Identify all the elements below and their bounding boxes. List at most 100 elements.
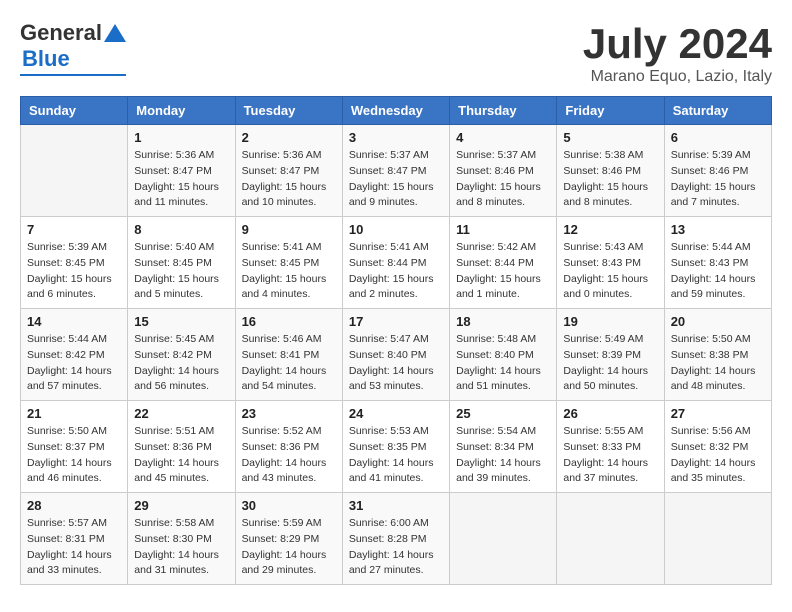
- calendar-cell: 17 Sunrise: 5:47 AMSunset: 8:40 PMDayligh…: [342, 309, 449, 401]
- day-info: Sunrise: 6:00 AMSunset: 8:28 PMDaylight:…: [349, 516, 443, 579]
- calendar-cell: 25 Sunrise: 5:54 AMSunset: 8:34 PMDayligh…: [450, 401, 557, 493]
- day-info: Sunrise: 5:54 AMSunset: 8:34 PMDaylight:…: [456, 424, 550, 487]
- day-number: 18: [456, 314, 550, 329]
- calendar-header-row: SundayMondayTuesdayWednesdayThursdayFrid…: [21, 97, 772, 125]
- calendar-cell: 21 Sunrise: 5:50 AMSunset: 8:37 PMDayligh…: [21, 401, 128, 493]
- calendar-cell: 15 Sunrise: 5:45 AMSunset: 8:42 PMDayligh…: [128, 309, 235, 401]
- calendar-cell: 31Sunrise: 6:00 AMSunset: 8:28 PMDayligh…: [342, 493, 449, 585]
- calendar-week-row: 28 Sunrise: 5:57 AMSunset: 8:31 PMDayligh…: [21, 493, 772, 585]
- calendar-week-row: 1 Sunrise: 5:36 AMSunset: 8:47 PMDaylight…: [21, 125, 772, 217]
- day-info: Sunrise: 5:45 AMSunset: 8:42 PMDaylight:…: [134, 332, 228, 395]
- day-number: 15: [134, 314, 228, 329]
- day-number: 5: [563, 130, 657, 145]
- day-number: 6: [671, 130, 765, 145]
- day-info: Sunrise: 5:42 AMSunset: 8:44 PMDaylight:…: [456, 240, 550, 303]
- day-number: 9: [242, 222, 336, 237]
- day-number: 13: [671, 222, 765, 237]
- day-number: 3: [349, 130, 443, 145]
- day-info: Sunrise: 5:49 AMSunset: 8:39 PMDaylight:…: [563, 332, 657, 395]
- day-info: Sunrise: 5:37 AMSunset: 8:46 PMDaylight:…: [456, 148, 550, 211]
- location-title: Marano Equo, Lazio, Italy: [583, 68, 772, 86]
- day-number: 10: [349, 222, 443, 237]
- day-info: Sunrise: 5:47 AMSunset: 8:40 PMDaylight:…: [349, 332, 443, 395]
- calendar-cell: 10Sunrise: 5:41 AMSunset: 8:44 PMDayligh…: [342, 217, 449, 309]
- day-number: 7: [27, 222, 121, 237]
- day-info: Sunrise: 5:59 AMSunset: 8:29 PMDaylight:…: [242, 516, 336, 579]
- day-info: Sunrise: 5:44 AMSunset: 8:43 PMDaylight:…: [671, 240, 765, 303]
- calendar-cell: 13 Sunrise: 5:44 AMSunset: 8:43 PMDayligh…: [664, 217, 771, 309]
- day-info: Sunrise: 5:36 AMSunset: 8:47 PMDaylight:…: [134, 148, 228, 211]
- column-header-tuesday: Tuesday: [235, 97, 342, 125]
- day-info: Sunrise: 5:41 AMSunset: 8:45 PMDaylight:…: [242, 240, 336, 303]
- calendar-cell: 24 Sunrise: 5:53 AMSunset: 8:35 PMDayligh…: [342, 401, 449, 493]
- day-number: 11: [456, 222, 550, 237]
- day-info: Sunrise: 5:50 AMSunset: 8:37 PMDaylight:…: [27, 424, 121, 487]
- day-info: Sunrise: 5:58 AMSunset: 8:30 PMDaylight:…: [134, 516, 228, 579]
- calendar-cell: 30 Sunrise: 5:59 AMSunset: 8:29 PMDayligh…: [235, 493, 342, 585]
- calendar-cell: 7Sunrise: 5:39 AMSunset: 8:45 PMDaylight…: [21, 217, 128, 309]
- day-number: 16: [242, 314, 336, 329]
- calendar-cell: 19 Sunrise: 5:49 AMSunset: 8:39 PMDayligh…: [557, 309, 664, 401]
- day-number: 24: [349, 406, 443, 421]
- calendar-cell: 23Sunrise: 5:52 AMSunset: 8:36 PMDayligh…: [235, 401, 342, 493]
- calendar-cell: [21, 125, 128, 217]
- day-number: 2: [242, 130, 336, 145]
- logo: General Blue: [20, 20, 126, 76]
- day-number: 28: [27, 498, 121, 513]
- day-number: 29: [134, 498, 228, 513]
- day-number: 1: [134, 130, 228, 145]
- calendar-cell: 26 Sunrise: 5:55 AMSunset: 8:33 PMDayligh…: [557, 401, 664, 493]
- logo-general: General: [20, 20, 102, 46]
- day-info: Sunrise: 5:40 AMSunset: 8:45 PMDaylight:…: [134, 240, 228, 303]
- day-info: Sunrise: 5:37 AMSunset: 8:47 PMDaylight:…: [349, 148, 443, 211]
- day-info: Sunrise: 5:36 AMSunset: 8:47 PMDaylight:…: [242, 148, 336, 211]
- day-number: 26: [563, 406, 657, 421]
- calendar-cell: 9 Sunrise: 5:41 AMSunset: 8:45 PMDaylight…: [235, 217, 342, 309]
- day-info: Sunrise: 5:53 AMSunset: 8:35 PMDaylight:…: [349, 424, 443, 487]
- day-info: Sunrise: 5:38 AMSunset: 8:46 PMDaylight:…: [563, 148, 657, 211]
- day-number: 25: [456, 406, 550, 421]
- calendar-cell: 5 Sunrise: 5:38 AMSunset: 8:46 PMDaylight…: [557, 125, 664, 217]
- calendar-cell: 14 Sunrise: 5:44 AMSunset: 8:42 PMDayligh…: [21, 309, 128, 401]
- calendar-cell: 28 Sunrise: 5:57 AMSunset: 8:31 PMDayligh…: [21, 493, 128, 585]
- column-header-friday: Friday: [557, 97, 664, 125]
- day-info: Sunrise: 5:55 AMSunset: 8:33 PMDaylight:…: [563, 424, 657, 487]
- day-info: Sunrise: 5:43 AMSunset: 8:43 PMDaylight:…: [563, 240, 657, 303]
- day-info: Sunrise: 5:46 AMSunset: 8:41 PMDaylight:…: [242, 332, 336, 395]
- month-title: July 2024: [583, 20, 772, 68]
- day-info: Sunrise: 5:44 AMSunset: 8:42 PMDaylight:…: [27, 332, 121, 395]
- day-number: 21: [27, 406, 121, 421]
- column-header-monday: Monday: [128, 97, 235, 125]
- calendar-cell: 4Sunrise: 5:37 AMSunset: 8:46 PMDaylight…: [450, 125, 557, 217]
- day-info: Sunrise: 5:56 AMSunset: 8:32 PMDaylight:…: [671, 424, 765, 487]
- calendar-cell: 18 Sunrise: 5:48 AMSunset: 8:40 PMDayligh…: [450, 309, 557, 401]
- day-number: 14: [27, 314, 121, 329]
- calendar-cell: [450, 493, 557, 585]
- calendar-cell: 27 Sunrise: 5:56 AMSunset: 8:32 PMDayligh…: [664, 401, 771, 493]
- day-number: 20: [671, 314, 765, 329]
- column-header-saturday: Saturday: [664, 97, 771, 125]
- calendar-cell: 22 Sunrise: 5:51 AMSunset: 8:36 PMDayligh…: [128, 401, 235, 493]
- day-number: 23: [242, 406, 336, 421]
- day-info: Sunrise: 5:51 AMSunset: 8:36 PMDaylight:…: [134, 424, 228, 487]
- calendar-cell: 16 Sunrise: 5:46 AMSunset: 8:41 PMDayligh…: [235, 309, 342, 401]
- calendar-week-row: 7Sunrise: 5:39 AMSunset: 8:45 PMDaylight…: [21, 217, 772, 309]
- day-number: 30: [242, 498, 336, 513]
- logo-triangle-icon: [104, 22, 126, 44]
- day-number: 22: [134, 406, 228, 421]
- calendar-cell: 11 Sunrise: 5:42 AMSunset: 8:44 PMDayligh…: [450, 217, 557, 309]
- day-number: 27: [671, 406, 765, 421]
- title-section: July 2024 Marano Equo, Lazio, Italy: [583, 20, 772, 86]
- day-number: 12: [563, 222, 657, 237]
- column-header-wednesday: Wednesday: [342, 97, 449, 125]
- calendar-week-row: 14 Sunrise: 5:44 AMSunset: 8:42 PMDayligh…: [21, 309, 772, 401]
- calendar-cell: 8Sunrise: 5:40 AMSunset: 8:45 PMDaylight…: [128, 217, 235, 309]
- day-info: Sunrise: 5:48 AMSunset: 8:40 PMDaylight:…: [456, 332, 550, 395]
- logo-underline: [20, 74, 126, 76]
- calendar-cell: 6 Sunrise: 5:39 AMSunset: 8:46 PMDaylight…: [664, 125, 771, 217]
- column-header-sunday: Sunday: [21, 97, 128, 125]
- day-info: Sunrise: 5:39 AMSunset: 8:46 PMDaylight:…: [671, 148, 765, 211]
- day-number: 17: [349, 314, 443, 329]
- day-number: 19: [563, 314, 657, 329]
- day-info: Sunrise: 5:57 AMSunset: 8:31 PMDaylight:…: [27, 516, 121, 579]
